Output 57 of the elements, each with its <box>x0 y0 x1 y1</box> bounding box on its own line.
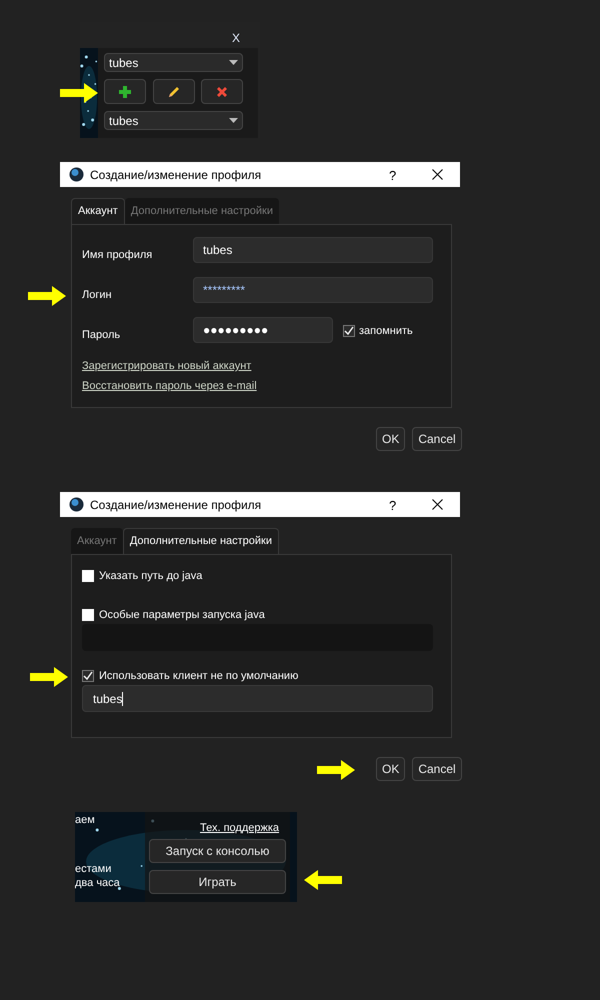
window-title: Создание/изменение профиля <box>90 167 262 184</box>
globe-icon <box>69 167 84 182</box>
dialog-button[interactable]: Cancel <box>412 757 462 781</box>
link[interactable]: Восстановить пароль через e-mail <box>82 378 257 394</box>
input-field[interactable]: ********* <box>193 277 433 303</box>
tab[interactable]: Аккаунт <box>71 198 125 224</box>
dialog-button[interactable]: OK <box>376 427 406 451</box>
input-field[interactable]: tubes <box>82 685 433 712</box>
checkbox[interactable] <box>82 570 94 582</box>
edit-button[interactable] <box>153 79 195 104</box>
pencil-icon <box>167 84 181 98</box>
checkbox-label: запомнить <box>359 324 413 339</box>
add-button[interactable] <box>104 79 146 104</box>
tab[interactable]: Аккаунт <box>71 528 123 554</box>
checkbox-label: Использовать клиент не по умолчанию <box>99 669 298 684</box>
tab[interactable]: Дополнительные настройки <box>124 198 280 224</box>
link[interactable]: Зарегистрировать новый аккаунт <box>82 358 252 374</box>
window-title: Создание/изменение профиля <box>90 497 262 514</box>
help-button[interactable]: ? <box>389 496 396 516</box>
arrow-icon <box>28 286 66 306</box>
checkbox-label: Особые параметры запуска java <box>99 608 265 623</box>
launcher-button[interactable]: Играть <box>149 870 286 894</box>
dropdown-value: tubes <box>109 112 138 130</box>
profile-dropdown[interactable]: tubes <box>104 111 243 130</box>
checkbox[interactable] <box>82 609 94 622</box>
plus-icon <box>118 84 132 98</box>
input-field[interactable]: tubes <box>193 237 433 263</box>
close-icon[interactable] <box>432 499 443 510</box>
arrow-icon <box>304 870 342 890</box>
profile-dropdown[interactable]: tubes <box>104 53 243 72</box>
checkbox-label: Указать путь до java <box>99 569 202 584</box>
field-label: Пароль <box>82 328 120 343</box>
news-text: естами <box>75 862 112 877</box>
arrow-icon <box>30 667 68 687</box>
support-link[interactable]: Тех. поддержка <box>200 820 280 836</box>
field-label: Имя профиля <box>82 248 152 263</box>
close-button[interactable]: X <box>232 29 240 47</box>
caret-icon <box>229 60 238 65</box>
field-label: Логин <box>82 288 112 303</box>
dropdown-value: tubes <box>109 54 138 72</box>
cross-icon <box>215 84 229 98</box>
tab[interactable]: Дополнительные настройки <box>122 528 280 554</box>
news-text: два часа <box>75 876 120 891</box>
close-icon[interactable] <box>432 169 443 180</box>
dialog-button[interactable]: Cancel <box>412 427 462 451</box>
help-button[interactable]: ? <box>389 166 396 186</box>
arrow-icon <box>60 83 98 103</box>
launcher-button[interactable]: Запуск с консолью <box>149 839 286 863</box>
input-field[interactable]: ●●●●●●●●● <box>193 317 333 343</box>
dialog-button[interactable]: OK <box>376 757 406 781</box>
delete-button[interactable] <box>201 79 243 104</box>
caret-icon <box>229 118 238 123</box>
arrow-icon <box>317 760 355 780</box>
news-text: аем <box>75 813 95 828</box>
globe-icon <box>69 497 84 512</box>
checkbox[interactable] <box>343 325 355 338</box>
checkbox[interactable] <box>82 670 94 682</box>
